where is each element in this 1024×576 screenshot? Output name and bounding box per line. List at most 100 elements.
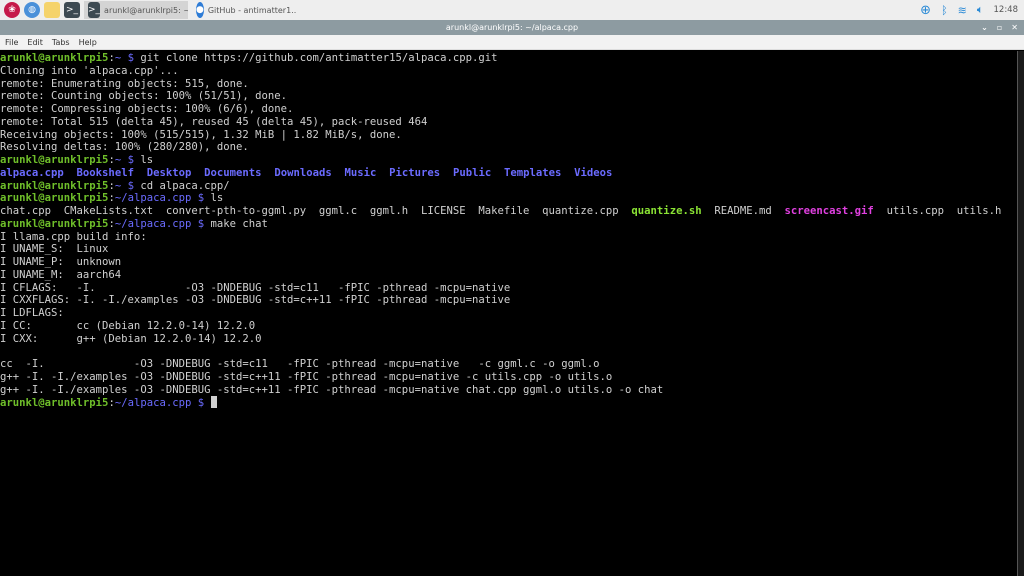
prompt-path: ~ $ — [114, 154, 141, 166]
clock[interactable]: 12:48 — [994, 5, 1019, 15]
prompt-user: arunkl@arunklrpi5 — [0, 192, 109, 205]
terminal-line: chat.cpp CMakeLists.txt convert-pth-to-g… — [0, 205, 1017, 218]
prompt-user: arunkl@arunklrpi5 — [0, 52, 109, 64]
prompt-user: arunkl@arunklrpi5 — [0, 397, 109, 410]
terminal-line: Receiving objects: 100% (515/515), 1.32 … — [0, 129, 1017, 142]
terminal-line: I CFLAGS: -I. -O3 -DNDEBUG -std=c11 -fPI… — [0, 282, 1017, 295]
terminal-text: remote: Enumerating objects: 515, done. — [0, 77, 249, 90]
terminal-text: remote: Counting objects: 100% (51/51), … — [0, 90, 288, 103]
terminal-line: I UNAME_S: Linux — [0, 243, 1017, 256]
terminal-line: cc -I. -O3 -DNDEBUG -std=c11 -fPIC -pthr… — [0, 358, 1017, 371]
terminal-launcher-icon[interactable]: >_ — [64, 2, 80, 18]
terminal-line: arunkl@arunklrpi5:~ $ git clone https://… — [0, 52, 1017, 65]
bluetooth-icon[interactable]: ᛒ — [941, 4, 948, 17]
terminal-text: I CXX: g++ (Debian 12.2.0-14) 12.2.0 — [0, 332, 262, 345]
terminal-text: I UNAME_M: aarch64 — [0, 268, 122, 281]
terminal-line: alpaca.cpp Bookshelf Desktop Documents D… — [0, 167, 1017, 180]
chromium-icon: ● — [196, 2, 204, 18]
terminal-text: screencast.gif — [784, 205, 874, 217]
terminal-line: arunkl@arunklrpi5:~/alpaca.cpp $ make ch… — [0, 218, 1017, 231]
terminal-line: arunkl@arunklrpi5:~/alpaca.cpp $ ls — [0, 192, 1017, 205]
terminal-text: Cloning into 'alpaca.cpp'... — [0, 64, 179, 77]
terminal-line: remote: Total 515 (delta 45), reused 45 … — [0, 116, 1017, 129]
updater-icon[interactable]: ⊕ — [920, 3, 931, 18]
terminal-text: Documents — [204, 166, 262, 179]
terminal-line: I LDFLAGS: — [0, 307, 1017, 320]
terminal-text: cd alpaca.cpp/ — [140, 179, 230, 192]
task-browser[interactable]: ● GitHub - antimatter1... — [192, 1, 296, 19]
terminal-line: remote: Counting objects: 100% (51/51), … — [0, 90, 1017, 103]
system-tray: ⊕ ᛒ ≋ 🔈︎ 12:48 — [920, 0, 1018, 20]
maximize-icon[interactable]: ▫ — [997, 20, 1002, 35]
terminal-text: utils.cpp utils.h — [873, 205, 1002, 217]
terminal-text: Downloads — [274, 166, 332, 179]
terminal-line: remote: Compressing objects: 100% (6/6),… — [0, 103, 1017, 116]
terminal-text: I CXXFLAGS: -I. -I./examples -O3 -DNDEBU… — [0, 294, 511, 307]
menu-help[interactable]: Help — [79, 35, 97, 49]
terminal-text: Receiving objects: 100% (515/515), 1.32 … — [0, 128, 402, 141]
terminal-text: Templates — [503, 166, 562, 179]
terminal-line: Resolving deltas: 100% (280/280), done. — [0, 141, 1017, 154]
terminal-text: g++ -I. -I./examples -O3 -DNDEBUG -std=c… — [0, 383, 664, 396]
terminal-text: cc -I. -O3 -DNDEBUG -std=c11 -fPIC -pthr… — [0, 358, 600, 370]
terminal-text: README.md — [701, 205, 785, 217]
terminal-line: arunkl@arunklrpi5:~ $ cd alpaca.cpp/ — [0, 180, 1017, 193]
terminal-line: I UNAME_P: unknown — [0, 256, 1017, 269]
terminal-line: g++ -I. -I./examples -O3 -DNDEBUG -std=c… — [0, 384, 1017, 397]
menu-file[interactable]: File — [5, 35, 18, 49]
terminal-text: Music — [344, 166, 377, 179]
terminal-text: Desktop — [146, 166, 192, 179]
terminal-output[interactable]: arunkl@arunklrpi5:~ $ git clone https://… — [0, 51, 1017, 576]
wifi-icon[interactable]: ≋ — [958, 4, 967, 17]
terminal-text: remote: Compressing objects: 100% (6/6),… — [0, 103, 294, 115]
task-label: arunkl@arunklrpi5: ~... — [104, 5, 188, 15]
prompt-path: ~/alpaca.cpp $ — [114, 397, 211, 410]
prompt-path: ~ $ — [114, 179, 141, 192]
terminal-text: g++ -I. -I./examples -O3 -DNDEBUG -std=c… — [0, 370, 613, 383]
task-label: GitHub - antimatter1... — [207, 5, 296, 15]
menu-bar: File Edit Tabs Help — [0, 35, 1024, 50]
terminal-line: I CXX: g++ (Debian 12.2.0-14) 12.2.0 — [0, 333, 1017, 346]
scrollbar[interactable] — [1017, 51, 1024, 576]
terminal-line: g++ -I. -I./examples -O3 -DNDEBUG -std=c… — [0, 371, 1017, 384]
prompt-path: ~ $ — [114, 52, 141, 64]
terminal-icon: >_ — [88, 2, 101, 18]
prompt-user: arunkl@arunklrpi5 — [0, 154, 109, 166]
terminal-text: ls — [210, 192, 224, 205]
raspberry-menu-icon[interactable]: ❀ — [4, 2, 20, 18]
taskbar: ❀ ◍ >_ >_ arunkl@arunklrpi5: ~... ● GitH… — [0, 0, 1024, 20]
minimize-icon[interactable]: ⌄ — [981, 20, 988, 35]
terminal-line: I llama.cpp build info: — [0, 231, 1017, 244]
menu-tabs[interactable]: Tabs — [52, 35, 70, 49]
terminal-text: ls — [140, 154, 154, 166]
terminal-text: make chat — [210, 217, 268, 230]
cursor — [210, 396, 217, 409]
terminal-text: remote: Total 515 (delta 45), reused 45 … — [0, 115, 428, 128]
prompt-path: ~/alpaca.cpp $ — [114, 217, 211, 230]
terminal-text: I UNAME_S: Linux — [0, 243, 109, 256]
terminal-line: arunkl@arunklrpi5:~ $ ls — [0, 154, 1017, 167]
window-titlebar[interactable]: arunkl@arunklrpi5: ~/alpaca.cpp ⌄ ▫ ✕ — [0, 20, 1024, 35]
volume-icon[interactable]: 🔈︎ — [977, 3, 984, 17]
terminal-line: Cloning into 'alpaca.cpp'... — [0, 65, 1017, 78]
menu-edit[interactable]: Edit — [27, 35, 43, 49]
terminal-line: remote: Enumerating objects: 515, done. — [0, 78, 1017, 91]
terminal-line: I CXXFLAGS: -I. -I./examples -O3 -DNDEBU… — [0, 294, 1017, 307]
close-icon[interactable]: ✕ — [1011, 20, 1018, 35]
file-manager-icon[interactable] — [44, 2, 60, 18]
terminal-text: alpaca.cpp — [0, 166, 64, 179]
task-terminal[interactable]: >_ arunkl@arunklrpi5: ~... — [84, 1, 188, 19]
terminal-text: Videos — [574, 166, 613, 179]
terminal-text: Resolving deltas: 100% (280/280), done. — [0, 141, 249, 154]
terminal-text: Pictures — [389, 166, 441, 179]
terminal-text: Bookshelf — [76, 166, 134, 179]
browser-icon[interactable]: ◍ — [24, 2, 40, 18]
